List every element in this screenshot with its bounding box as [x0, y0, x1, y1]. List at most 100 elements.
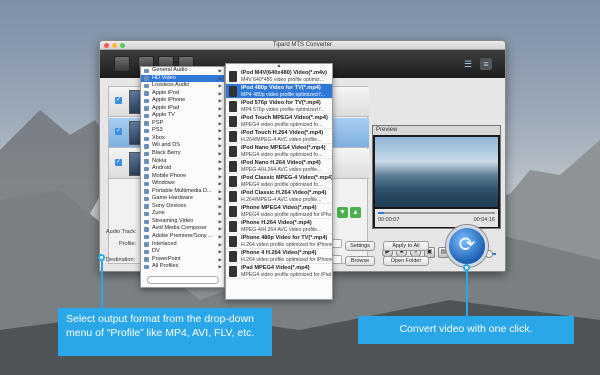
- category-label: Apple iPad: [152, 104, 180, 111]
- profile-description: MP4 576p video profile optimized f...: [241, 107, 325, 113]
- submenu-arrow-icon: ▶: [218, 98, 222, 104]
- convert-button[interactable]: ⟳: [446, 225, 488, 267]
- profile-item[interactable]: iPod M4V(640x480) Video(*.m4v) M4V 640*48…: [226, 69, 332, 84]
- submenu-arrow-icon: ▶: [218, 234, 222, 240]
- open-folder-button[interactable]: Open Folder: [383, 256, 429, 266]
- settings-button[interactable]: Settings: [345, 241, 375, 251]
- checkbox[interactable]: ✓: [115, 128, 122, 135]
- category-item[interactable]: Apple iPod ▶: [141, 90, 224, 98]
- profile-item[interactable]: iPhone 480p Video for TV(*.mp4) H.264 vid…: [226, 234, 332, 249]
- profile-title: iPad MPEG4 Video(*.mp4): [241, 265, 310, 271]
- profile-title: iPod Touch MPEG4 Video(*.mp4): [241, 115, 328, 121]
- category-icon: [144, 181, 149, 187]
- category-item[interactable]: HD Video ▶: [141, 74, 224, 83]
- category-item[interactable]: PSP ▶: [141, 120, 224, 128]
- profile-item[interactable]: iPad MPEG4 Video(*.mp4) MPEG4 video profi…: [226, 264, 332, 279]
- profile-title: iPod Classic MPEG-4 Video(*.mp4): [241, 175, 333, 181]
- category-icon: [144, 98, 149, 104]
- profile-label: Profile:: [119, 241, 137, 247]
- apply-to-all-button[interactable]: Apply to All: [383, 241, 429, 251]
- category-item[interactable]: PowerPoint ▶: [141, 256, 224, 264]
- profile-item[interactable]: iPod 480p Video for TV(*.mp4) MP4 480p vi…: [226, 84, 332, 99]
- category-label: PS3: [152, 127, 163, 134]
- category-label: PSP: [152, 119, 164, 126]
- profile-description: H.264 video profile optimized for iPhone: [241, 257, 333, 263]
- category-item[interactable]: PS3 ▶: [141, 127, 224, 135]
- device-icon: [229, 251, 237, 262]
- submenu-arrow-icon: ▶: [218, 166, 222, 172]
- profile-item[interactable]: iPod Nano H.264 Video(*.mp4) MPEG-4/H.264…: [226, 159, 332, 174]
- profile-item[interactable]: iPhone MPEG4 Video(*.mp4) MPEG4 video pro…: [226, 204, 332, 219]
- category-label: Android: [152, 165, 172, 172]
- category-label: Interlaced: [152, 240, 177, 247]
- category-label: Black Berry: [152, 150, 181, 157]
- move-down-icon[interactable]: ▼: [337, 207, 348, 218]
- category-item[interactable]: Zune ▶: [141, 210, 224, 218]
- move-up-icon[interactable]: ▲: [350, 207, 361, 218]
- close-window-button[interactable]: [104, 43, 109, 48]
- title-bar: Tipard MTS Converter: [100, 41, 505, 50]
- list-view-icon[interactable]: ☰: [462, 58, 474, 70]
- profile-item[interactable]: iPhone 4 H.264 Video(*.mp4) H.264 video p…: [226, 249, 332, 264]
- category-item[interactable]: Sony Devices ▶: [141, 203, 224, 211]
- add-file-button[interactable]: [114, 56, 130, 72]
- category-item[interactable]: DV ▶: [141, 248, 224, 256]
- category-item[interactable]: General Audio ▶: [141, 67, 224, 75]
- checkbox[interactable]: ✓: [115, 97, 122, 104]
- profile-item[interactable]: iPhone H.264 Video(*.mp4) MPEG-4/H.264 AV…: [226, 219, 332, 234]
- category-icon: [144, 136, 149, 142]
- profile-item[interactable]: iPod 576p Video for TV(*.mp4) MP4 576p vi…: [226, 99, 332, 114]
- category-item[interactable]: Wii and DS ▶: [141, 142, 224, 150]
- checkbox[interactable]: ✓: [115, 159, 122, 166]
- category-item[interactable]: Adobe Premiere/Sony ... ▶: [141, 233, 224, 241]
- category-item[interactable]: Apple iPhone ▶: [141, 97, 224, 105]
- minimize-window-button[interactable]: [112, 43, 117, 48]
- category-item[interactable]: All Profiles ▶: [141, 263, 224, 271]
- profile-item[interactable]: iPod Touch MPEG4 Video(*.mp4) MPEG4 video…: [226, 114, 332, 129]
- browse-button[interactable]: Browse: [345, 256, 375, 266]
- category-icon: [144, 166, 149, 172]
- profile-item[interactable]: iPod Classic H.264 Video(*.mp4) H.264/MPE…: [226, 189, 332, 204]
- category-item[interactable]: Apple TV ▶: [141, 112, 224, 120]
- category-icon: [144, 83, 149, 89]
- preview-timebar[interactable]: 00:00:07 00:04:16: [375, 209, 498, 227]
- device-icon: [229, 221, 237, 232]
- detail-view-icon[interactable]: ≡: [480, 58, 492, 70]
- category-item[interactable]: Lossless Audio ▶: [141, 82, 224, 90]
- profile-item[interactable]: iPod Nano MPEG4 Video(*.mp4) MPEG4 video …: [226, 144, 332, 159]
- category-search-input[interactable]: [147, 276, 219, 284]
- category-item[interactable]: Android ▶: [141, 165, 224, 173]
- submenu-arrow-icon: ▶: [218, 90, 222, 96]
- zoom-window-button[interactable]: [120, 43, 125, 48]
- device-icon: [229, 206, 237, 217]
- total-time: 00:04:16: [473, 217, 495, 223]
- category-item[interactable]: Portable Multimedia D... ▶: [141, 188, 224, 196]
- category-item[interactable]: Nokia ▶: [141, 158, 224, 166]
- category-item[interactable]: Apple iPad ▶: [141, 105, 224, 113]
- category-item[interactable]: Black Berry ▶: [141, 150, 224, 158]
- submenu-arrow-icon: ▶: [218, 264, 222, 270]
- submenu-arrow-icon: ▶: [218, 226, 222, 232]
- submenu-arrow-icon: ▶: [218, 196, 222, 202]
- device-icon: [229, 116, 237, 127]
- profile-title: iPod M4V(640x480) Video(*.m4v): [241, 70, 328, 76]
- profile-item[interactable]: iPod Touch H.264 Video(*.mp4) H.264/MPEG-…: [226, 129, 332, 144]
- category-item[interactable]: Streaming Video ▶: [141, 218, 224, 226]
- category-item[interactable]: Xbox ▶: [141, 135, 224, 143]
- category-item[interactable]: Windows ▶: [141, 180, 224, 188]
- profile-item[interactable]: iPod Classic MPEG-4 Video(*.mp4) MPEG4 vi…: [226, 174, 332, 189]
- submenu-arrow-icon: ▶: [218, 181, 222, 187]
- profile-dropdown-arrow[interactable]: [332, 239, 342, 248]
- category-icon: [144, 91, 149, 96]
- destination-dropdown-arrow[interactable]: [332, 255, 342, 264]
- category-item[interactable]: Interlaced ▶: [141, 241, 224, 249]
- callout-marker: [463, 264, 470, 271]
- device-icon: [229, 146, 237, 157]
- category-item[interactable]: Mobile Phone ▶: [141, 173, 224, 181]
- category-item[interactable]: Avid Media Composer ▶: [141, 225, 224, 233]
- preview-video: [375, 137, 498, 207]
- submenu-arrow-icon: ▶: [218, 83, 222, 89]
- category-item[interactable]: Game Hardware ▶: [141, 195, 224, 203]
- window-title: Tipard MTS Converter: [272, 42, 333, 48]
- category-label: DV: [152, 248, 160, 255]
